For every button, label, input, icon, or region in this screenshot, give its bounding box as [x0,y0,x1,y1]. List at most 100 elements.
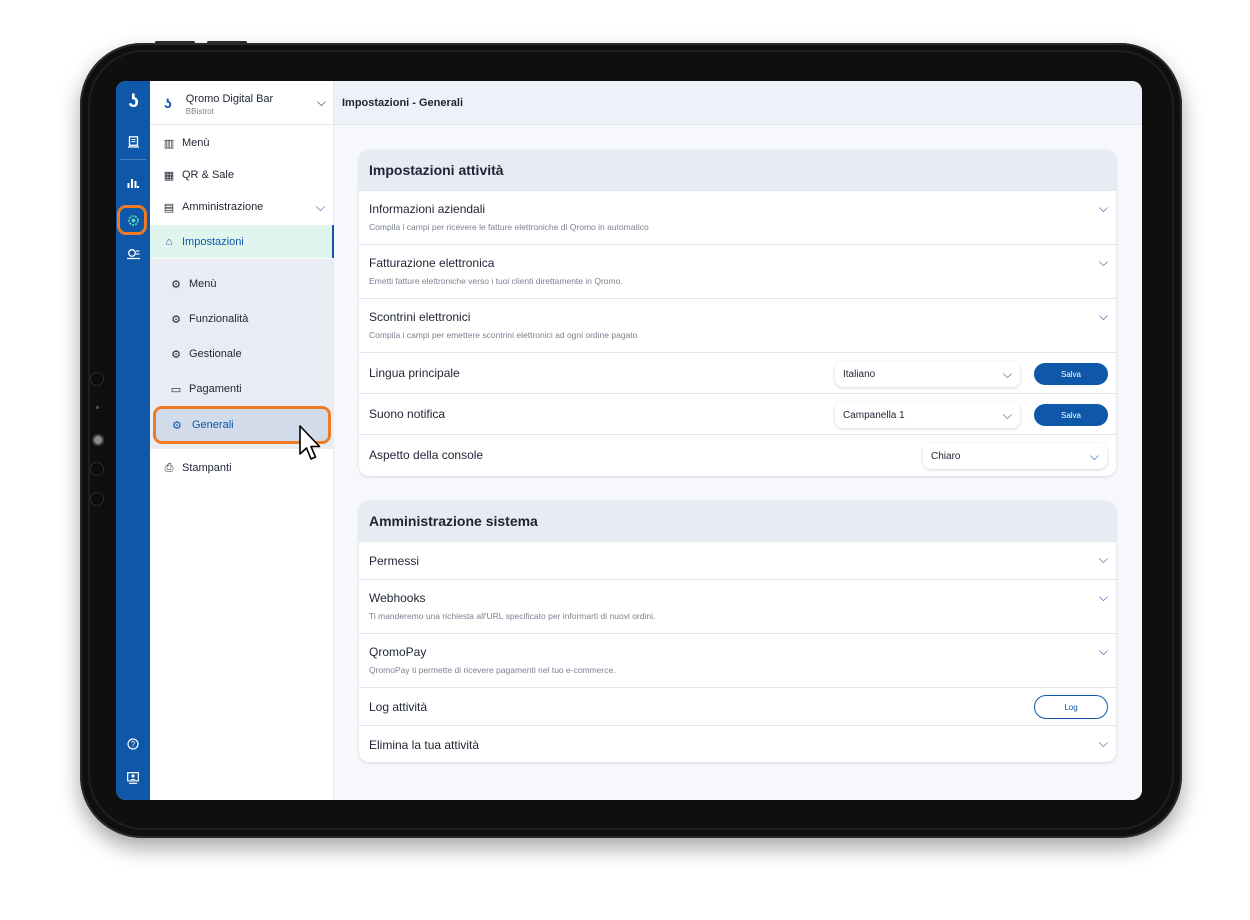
page-title: Impostazioni - Generali [334,81,1142,125]
card-amministrazione-sistema: Amministrazione sistema Permessi ⌵ Webho… [359,501,1116,762]
notification-sound-select[interactable]: Campanella 1 ⌵ [835,402,1020,428]
sidebar-item-label: Stampanti [182,462,232,474]
chevron-down-icon: ⌵ [1098,309,1108,323]
sensor [90,462,104,476]
chevron-down-icon: ⌵ [315,199,325,214]
sidebar-item-label: Impostazioni [182,235,244,248]
row-lingua-principale: Lingua principale Italiano ⌵ Salva [359,352,1116,393]
main-content: Impostazioni attività Informazioni azien… [334,125,1142,800]
icon-rail: ʖ ? [116,81,150,800]
business-info: Qromo Digital Bar BBistrot [186,89,273,116]
rail-divider [120,159,146,160]
sidebar-item-impostazioni[interactable]: ⌂ Impostazioni [150,225,334,258]
logo-icon[interactable]: ʖ [116,89,150,115]
features-icon: ⚙ [171,313,181,326]
chevron-down-icon: ⌵ [1002,367,1012,381]
row-elimina-attivita[interactable]: Elimina la tua attività ⌵ [359,725,1116,762]
management-icon: ⚙ [171,348,181,361]
save-sound-button[interactable]: Salva [1034,404,1108,426]
stats-icon[interactable] [116,169,150,195]
sidebar-item-label: Menù [182,137,210,149]
log-button[interactable]: Log [1034,695,1108,719]
language-select[interactable]: Italiano ⌵ [835,361,1020,387]
row-description: Ti manderemo una richiesta all'URL speci… [369,611,656,621]
row-title: Aspetto della console [369,448,484,462]
row-title: Elimina la tua attività [369,737,480,752]
console-theme-select[interactable]: Chiaro ⌵ [923,443,1107,469]
row-title: QromoPay [369,645,427,659]
row-title: Informazioni aziendali [369,202,486,216]
row-title: Webhooks [369,591,426,605]
sensor [90,372,104,386]
select-value: Campanella 1 [843,409,905,421]
plugins-icon[interactable] [116,241,150,267]
card-heading: Amministrazione sistema [359,501,1116,541]
card-impostazioni-attivita: Impostazioni attività Informazioni azien… [359,150,1116,476]
row-aspetto-console: Aspetto della console Chiaro ⌵ [359,434,1116,475]
submenu-item-menu[interactable]: ⚙ Menù [150,269,334,299]
submenu-item-funzionalita[interactable]: ⚙ Funzionalità [150,304,334,334]
row-webhooks[interactable]: Webhooks Ti manderemo una richiesta all'… [359,579,1116,633]
sidebar-item-menu[interactable]: ▥ Menù [150,128,334,158]
row-title: Permessi [369,553,420,568]
printer-icon: ⎙ [164,461,174,474]
row-permessi[interactable]: Permessi ⌵ [359,541,1116,579]
row-suono-notifica: Suono notifica Campanella 1 ⌵ Salva [359,393,1116,434]
chevron-down-icon: ⌵ [316,95,326,109]
business-logo-icon: ʖ [164,94,172,111]
help-icon[interactable]: ? [116,731,150,757]
row-log-attivita: Log attività Log [359,687,1116,725]
general-gear-icon: ⚙ [172,419,182,432]
camera [92,434,104,446]
business-name: Qromo Digital Bar [185,93,274,105]
sidebar-item-label: Amministrazione [182,201,264,213]
chevron-down-icon: ⌵ [1002,408,1012,422]
card-heading: Impostazioni attività [359,150,1116,190]
chevron-down-icon: ⌵ [1098,552,1108,566]
sensor [90,492,104,506]
row-scontrini-elettronici[interactable]: Scontrini elettronici Compila i campi pe… [359,298,1116,352]
mouse-cursor-icon [299,425,321,460]
chevron-down-icon: ⌵ [1098,590,1108,604]
payments-icon: ▭ [170,383,182,396]
select-value: Italiano [843,368,876,380]
console-icon[interactable] [116,765,150,791]
business-selector[interactable]: ʖ Qromo Digital Bar BBistrot ⌵ [150,81,334,125]
row-qromopay[interactable]: QromoPay QromoPay ti permette di ricever… [359,633,1116,687]
chevron-down-icon: ⌵ [1089,449,1099,463]
svg-text:?: ? [131,740,136,749]
settings-store-icon: ⌂ [165,235,173,248]
menu-gear-icon: ⚙ [171,278,181,291]
submenu-item-label: Gestionale [189,348,242,360]
row-title: Log attività [369,699,428,714]
submenu-item-label: Generali [192,419,234,431]
row-fatturazione-elettronica[interactable]: Fatturazione elettronica Emetti fatture … [359,244,1116,298]
menu-book-icon: ▥ [163,137,175,150]
submenu-item-label: Funzionalità [189,313,249,325]
chevron-down-icon: ⌵ [1098,255,1108,269]
sidebar-item-amministrazione[interactable]: ▤ Amministrazione ⌵ [150,192,334,222]
row-description: Compila i campi per ricevere le fatture … [369,222,649,232]
submenu-item-label: Menù [189,278,217,290]
select-value: Chiaro [931,450,961,462]
sidebar-item-qr-sale[interactable]: ▦ QR & Sale [150,160,334,190]
qr-icon: ▦ [163,169,175,182]
row-informazioni-aziendali[interactable]: Informazioni aziendali Compila i campi p… [359,190,1116,244]
save-language-button[interactable]: Salva [1034,363,1108,385]
row-title: Suono notifica [369,407,446,421]
sensor-dot [96,406,99,409]
row-title: Scontrini elettronici [369,310,471,324]
submenu-item-gestionale[interactable]: ⚙ Gestionale [150,339,334,369]
row-description: Compila i campi per emettere scontrini e… [369,330,638,340]
row-title: Lingua principale [369,366,460,380]
chevron-down-icon: ⌵ [1098,201,1108,215]
submenu-item-label: Pagamenti [189,383,242,395]
business-subname: BBistrot [185,107,214,116]
submenu-item-pagamenti[interactable]: ▭ Pagamenti [150,374,334,404]
app-screen: ʖ ? ʖ Qromo Digital Bar BBistrot ⌵ ▥ Men… [116,81,1142,800]
settings-icon[interactable] [116,207,150,233]
admin-icon: ▤ [163,201,175,214]
row-description: Emetti fatture elettroniche verso i tuoi… [369,276,623,286]
sidebar-item-label: QR & Sale [182,169,234,181]
orders-icon[interactable] [116,129,150,155]
